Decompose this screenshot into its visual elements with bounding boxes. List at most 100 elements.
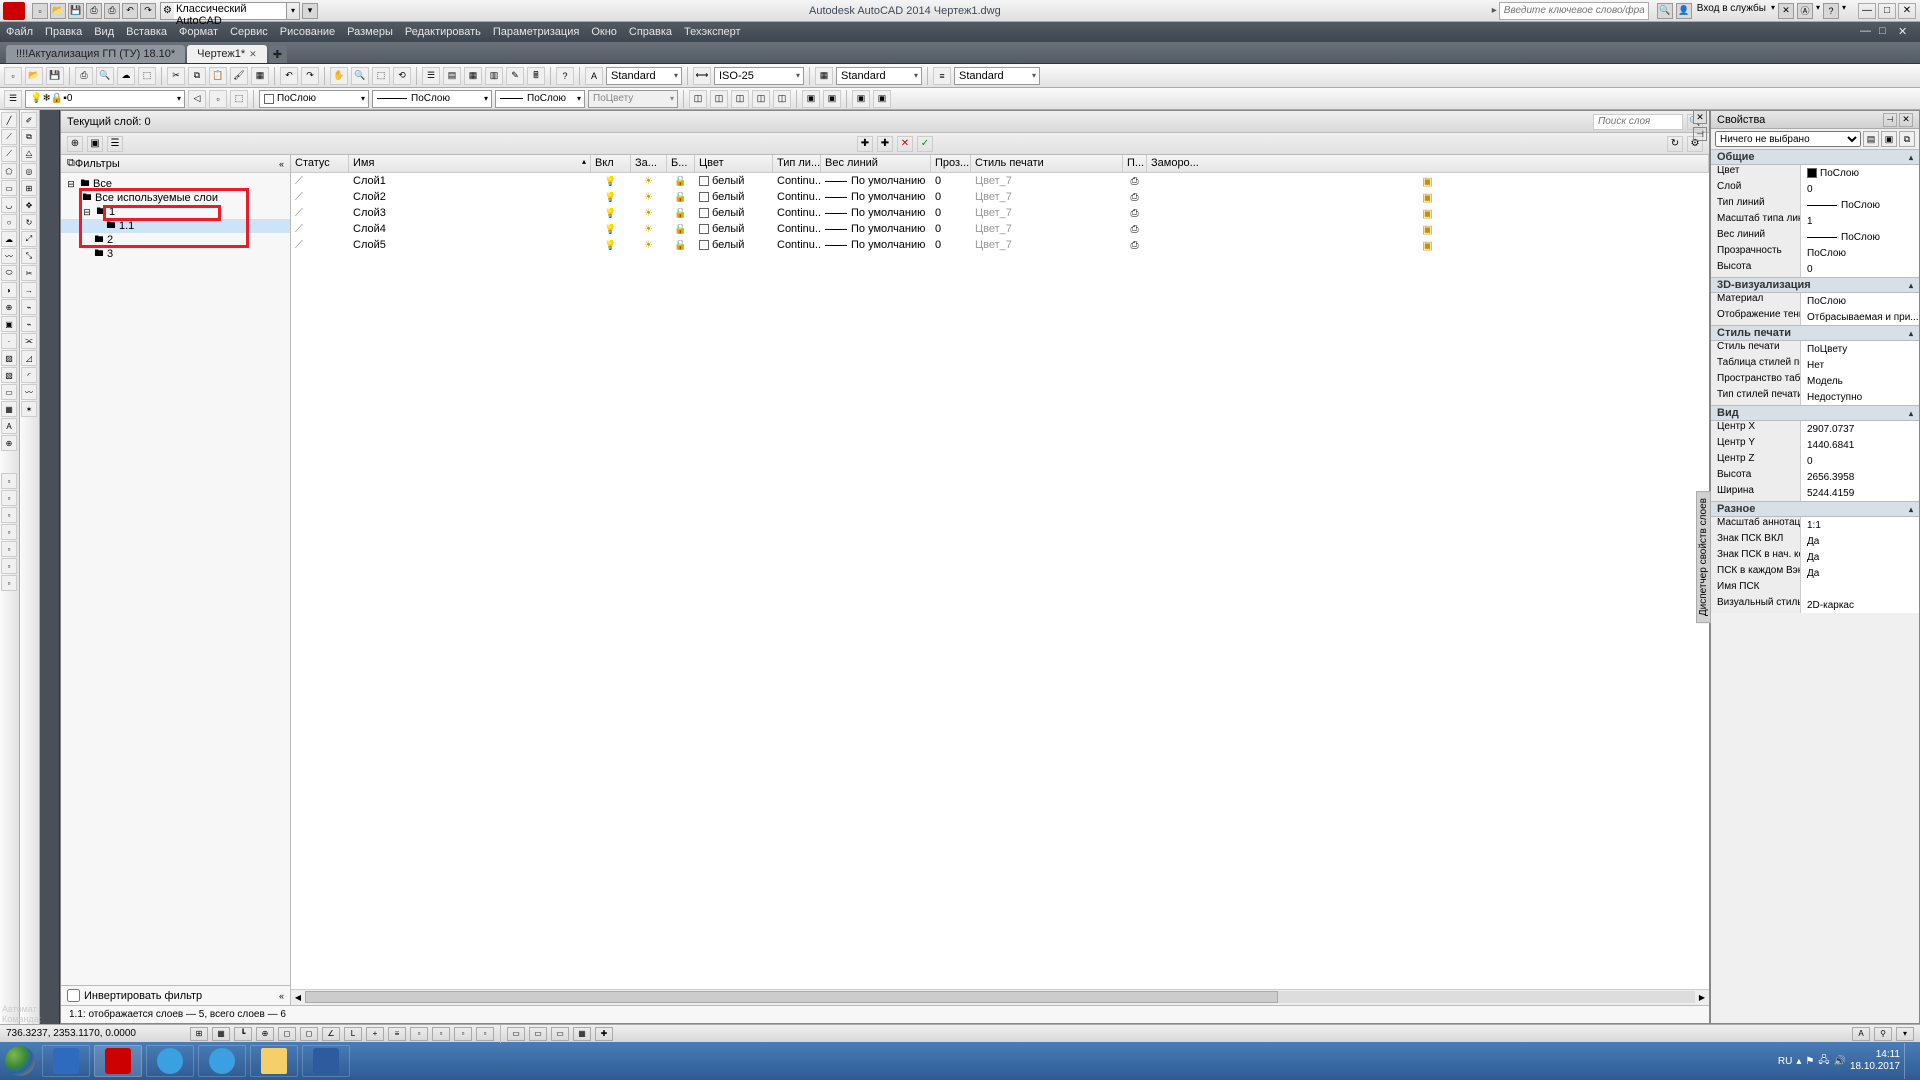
tab-doc1[interactable]: !!!!Актуализация ГП (ТУ) 18.10*	[6, 45, 185, 63]
invert-filter-checkbox[interactable]	[67, 989, 80, 1002]
prop-section-viz3d[interactable]: 3D-визуализация▴	[1711, 277, 1919, 293]
tool-offset-icon[interactable]: ◎	[21, 163, 37, 179]
tool-chamfer-icon[interactable]: ◿	[21, 350, 37, 366]
tool-explode-icon[interactable]: ✶	[21, 401, 37, 417]
col-lock[interactable]: Б...	[667, 155, 695, 172]
close-button[interactable]: ✕	[1898, 3, 1916, 19]
cell-name[interactable]: Слой2	[349, 191, 591, 203]
layer-row[interactable]: ⟋Слой1💡☀🔓белыйContinu...По умолчанию0Цве…	[291, 173, 1709, 189]
prop-value[interactable]: Да	[1801, 533, 1919, 549]
prop-row[interactable]: Отображение тениОтбрасываемая и при...	[1711, 309, 1919, 325]
tb-group2-icon[interactable]: ▣	[873, 90, 891, 108]
tool-ext5-icon[interactable]: ▫	[1, 541, 17, 557]
autodesk-icon[interactable]: Ⓐ	[1797, 3, 1813, 19]
tool-gradient-icon[interactable]: ▧	[1, 367, 17, 383]
tb-tablestyle-icon[interactable]: ▦	[815, 67, 833, 85]
sb-tray-icon[interactable]: ▾	[1896, 1027, 1914, 1041]
cell-vpfreeze[interactable]: ▣	[1147, 191, 1709, 204]
lang-indicator[interactable]: RU	[1778, 1056, 1792, 1067]
cell-lweight[interactable]: По умолчанию	[821, 191, 931, 203]
qat-save-icon[interactable]: 💾	[68, 3, 84, 19]
prop-row[interactable]: Высота0	[1711, 261, 1919, 277]
layer-row[interactable]: ⟋Слой4💡☀🔓белыйContinu...По умолчанию0Цве…	[291, 221, 1709, 237]
expand-icon[interactable]: ⊟	[65, 178, 77, 190]
prop-value[interactable]: 1440.6841	[1801, 437, 1919, 453]
tb-zoom-rt-icon[interactable]: 🔍	[351, 67, 369, 85]
autodesk-dropdown-icon[interactable]: ▾	[1816, 3, 1820, 19]
doc-minimize-button[interactable]: —	[1860, 25, 1876, 39]
help-dropdown-icon[interactable]: ▾	[1842, 3, 1846, 19]
task-outlook[interactable]	[42, 1045, 90, 1077]
prop-row[interactable]: Ширина5244.4159	[1711, 485, 1919, 501]
properties-close-icon[interactable]: ✕	[1899, 113, 1913, 127]
cell-lweight[interactable]: По умолчанию	[821, 207, 931, 219]
cell-on[interactable]: 💡	[591, 176, 631, 187]
cell-lweight[interactable]: По умолчанию	[821, 223, 931, 235]
prop-value[interactable]: 1:1	[1801, 517, 1919, 533]
tb-calc-icon[interactable]: 🖩	[527, 67, 545, 85]
lm-delete-icon[interactable]: ✕	[897, 136, 913, 152]
prop-row[interactable]: Знак ПСК ВКЛДа	[1711, 533, 1919, 549]
tool-rotate-icon[interactable]: ↻	[21, 214, 37, 230]
col-name[interactable]: Имя▴	[349, 155, 591, 172]
cell-trans[interactable]: 0	[931, 175, 971, 187]
tool-region-icon[interactable]: ▭	[1, 384, 17, 400]
prop-value[interactable]: ПоСлою	[1801, 293, 1919, 309]
task-ie1[interactable]	[146, 1045, 194, 1077]
lm-state-icon[interactable]: ☰	[107, 136, 123, 152]
cell-color[interactable]: белый	[695, 191, 773, 203]
tb-3ddwf-icon[interactable]: ⬚	[138, 67, 156, 85]
tb-select1-icon[interactable]: ▣	[802, 90, 820, 108]
tb-measure5-icon[interactable]: ◫	[773, 90, 791, 108]
menu-draw[interactable]: Рисование	[280, 26, 335, 38]
sb-otrack-icon[interactable]: ∠	[322, 1027, 340, 1041]
prop-value[interactable]: Да	[1801, 549, 1919, 565]
help-icon[interactable]: ?	[1823, 3, 1839, 19]
col-plot[interactable]: П...	[1123, 155, 1147, 172]
tab-new-button[interactable]: ✚	[269, 45, 287, 63]
maximize-button[interactable]: □	[1878, 3, 1896, 19]
palette-close-button[interactable]: ✕	[1693, 110, 1707, 124]
cell-name[interactable]: Слой1	[349, 175, 591, 187]
cell-trans[interactable]: 0	[931, 207, 971, 219]
tool-spline-icon[interactable]: 〰	[1, 248, 17, 264]
doc-close-button[interactable]: ✕	[1898, 25, 1914, 39]
cell-lock[interactable]: 🔓	[667, 208, 695, 219]
prop-row[interactable]: Тип линийПоСлою	[1711, 197, 1919, 213]
cell-lock[interactable]: 🔓	[667, 224, 695, 235]
show-desktop-button[interactable]	[1904, 1043, 1912, 1079]
tray-flag-icon[interactable]: ⚑	[1805, 1056, 1814, 1067]
prop-row[interactable]: Таблица стилей пе...Нет	[1711, 357, 1919, 373]
tool-move-icon[interactable]: ✥	[21, 197, 37, 213]
sb-lwt-icon[interactable]: ≡	[388, 1027, 406, 1041]
tool-stretch-icon[interactable]: ⤡	[21, 248, 37, 264]
tool-ext3-icon[interactable]: ▫	[1, 507, 17, 523]
menu-window[interactable]: Окно	[591, 26, 617, 38]
prop-value[interactable]: Недоступно	[1801, 389, 1919, 405]
menu-view[interactable]: Вид	[94, 26, 114, 38]
cell-lweight[interactable]: По умолчанию	[821, 175, 931, 187]
tb-new-icon[interactable]: ▫	[4, 67, 22, 85]
sb-dyn-icon[interactable]: +	[366, 1027, 384, 1041]
tb-measure1-icon[interactable]: ◫	[689, 90, 707, 108]
tb-copy-icon[interactable]: ⧉	[188, 67, 206, 85]
tool-addsel-icon[interactable]: ⊕	[1, 435, 17, 451]
sb-tpy-icon[interactable]: ▫	[410, 1027, 428, 1041]
doc-restore-button[interactable]: □	[1879, 25, 1895, 39]
cell-trans[interactable]: 0	[931, 223, 971, 235]
sb-am-icon[interactable]: ▫	[476, 1027, 494, 1041]
tool-line-icon[interactable]: ╱	[1, 112, 17, 128]
text-style-combo[interactable]: Standard	[606, 67, 682, 85]
prop-value[interactable]: ПоЦвету	[1801, 341, 1919, 357]
sign-in-dropdown-icon[interactable]: ▾	[1771, 3, 1775, 19]
sign-in-icon[interactable]: 👤	[1676, 3, 1692, 19]
col-color[interactable]: Цвет	[695, 155, 773, 172]
cell-ltype[interactable]: Continu...	[773, 223, 821, 235]
qat-open-icon[interactable]: 📂	[50, 3, 66, 19]
cell-on[interactable]: 💡	[591, 192, 631, 203]
prop-row[interactable]: Масштаб аннотац...1:1	[1711, 517, 1919, 533]
prop-row[interactable]: Масштаб типа лин...1	[1711, 213, 1919, 229]
menu-format[interactable]: Формат	[179, 26, 218, 38]
prop-row[interactable]: Центр Y1440.6841	[1711, 437, 1919, 453]
prop-section-general[interactable]: Общие▴	[1711, 149, 1919, 165]
